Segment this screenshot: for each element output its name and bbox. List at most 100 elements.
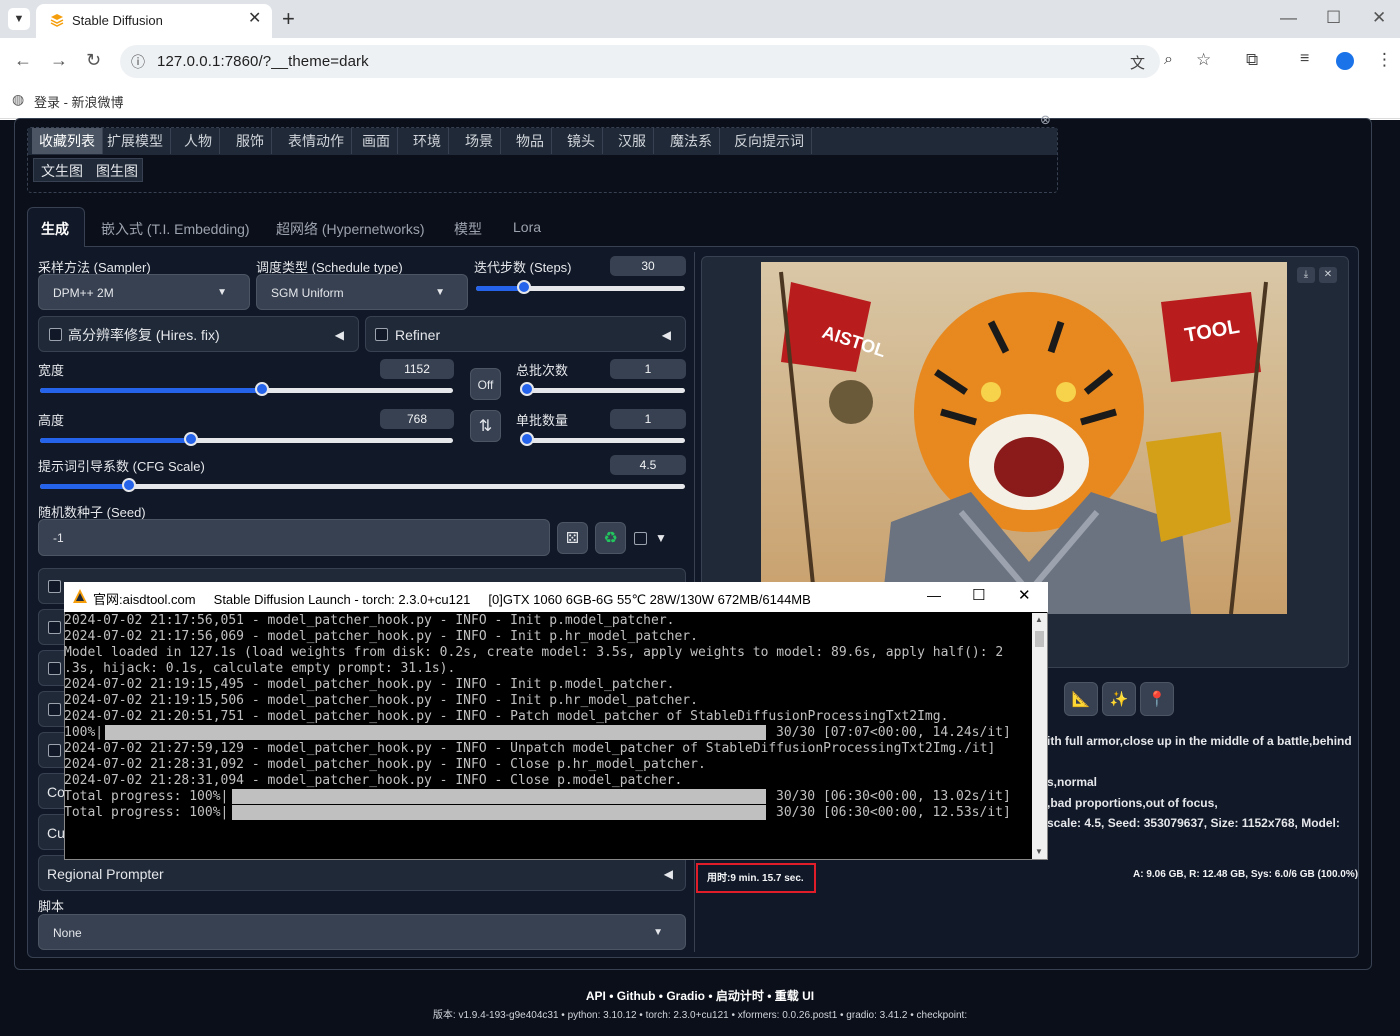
ruler-icon[interactable]: 📐	[1064, 682, 1098, 716]
footer-link-4[interactable]: 重载 UI	[775, 989, 814, 1003]
translate-icon[interactable]: 文	[1130, 52, 1145, 73]
top-tab-2[interactable]: 人物	[177, 128, 220, 154]
footer-link-1[interactable]: Github	[617, 989, 656, 1003]
progress-text-3: 30/30 [06:30<00:00, 12.53s/it]	[776, 805, 1011, 820]
footer-link-3[interactable]: 启动计时	[716, 989, 764, 1003]
accordion-checkbox[interactable]	[48, 621, 61, 634]
site-info-icon[interactable]: ⓘ	[131, 52, 145, 72]
random-seed-dice-icon[interactable]: ⚄	[557, 522, 588, 554]
bookmark-item[interactable]: 登录 - 新浪微博	[34, 92, 124, 111]
script-dropdown[interactable]: None ▼	[38, 914, 686, 950]
sub-tab-txt2img[interactable]: 文生图	[41, 161, 83, 181]
progress-text-1: 30/30 [07:07<00:00, 14.24s/it]	[776, 725, 1011, 740]
tab-models[interactable]: 模型	[454, 219, 482, 239]
console-close-icon[interactable]: ✕	[1018, 586, 1031, 604]
top-tab-4[interactable]: 表情动作	[281, 128, 352, 154]
refiner-accordion[interactable]: Refiner ◀	[365, 316, 686, 352]
info-text-line3: ,bad proportions,out of focus,	[1047, 796, 1218, 810]
tab-generate[interactable]: 生成	[41, 219, 69, 239]
accordion-checkbox[interactable]	[48, 744, 61, 757]
pin-icon[interactable]: 📍	[1140, 682, 1174, 716]
reuse-seed-recycle-icon[interactable]: ♻	[595, 522, 626, 554]
hires-fix-accordion[interactable]: 高分辨率修复 (Hires. fix) ◀	[38, 316, 359, 352]
media-control-icon[interactable]: ≡	[1300, 50, 1309, 68]
info-circle-icon: ⊗	[1040, 112, 1051, 127]
hires-fix-checkbox[interactable]	[49, 328, 62, 341]
extra-seed-toggle-icon[interactable]: ▼	[655, 531, 667, 545]
scroll-thumb[interactable]	[1035, 631, 1044, 647]
batch-size-input[interactable]: 1	[610, 409, 686, 429]
generated-image[interactable]: AISTOL TOOL	[761, 262, 1287, 614]
swap-dimensions-icon[interactable]: ⇅	[470, 410, 501, 442]
batch-size-slider[interactable]	[520, 432, 685, 446]
download-icon[interactable]: ⤓	[1297, 267, 1315, 283]
tab-embedding[interactable]: 嵌入式 (T.I. Embedding)	[101, 219, 250, 239]
regional-prompter-accordion[interactable]: Regional Prompter ◀	[38, 855, 686, 891]
tab-close-icon[interactable]: ✕	[248, 8, 261, 28]
back-icon[interactable]: ←	[14, 50, 32, 71]
footer-separator: •	[605, 989, 617, 1003]
cfg-label: 提示词引导系数 (CFG Scale)	[38, 459, 205, 474]
sampler-dropdown[interactable]: DPM++ 2M ▼	[38, 274, 250, 310]
console-scrollbar[interactable]: ▲ ▼	[1032, 613, 1047, 859]
extra-seed-checkbox[interactable]	[634, 532, 647, 545]
top-tab-5[interactable]: 画面	[355, 128, 398, 154]
browser-tab[interactable]: Stable Diffusion ✕	[36, 4, 272, 38]
tab-hypernetworks[interactable]: 超网络 (Hypernetworks)	[276, 219, 425, 239]
forward-icon[interactable]: →	[50, 50, 68, 71]
top-tab-12[interactable]: 反向提示词	[727, 128, 812, 154]
top-tab-9[interactable]: 镜头	[560, 128, 603, 154]
aspect-off-button[interactable]: Off	[470, 368, 501, 400]
menu-icon[interactable]: ⋮	[1376, 50, 1393, 70]
top-tab-7[interactable]: 场景	[458, 128, 501, 154]
steps-slider[interactable]	[476, 280, 685, 294]
close-image-icon[interactable]: ✕	[1319, 267, 1337, 283]
tab-lora[interactable]: Lora	[513, 219, 541, 235]
stable-diffusion-favicon-icon	[50, 14, 64, 27]
top-tab-8[interactable]: 物品	[509, 128, 552, 154]
cfg-input[interactable]: 4.5	[610, 455, 686, 475]
seed-input[interactable]: -1	[38, 519, 550, 556]
height-slider[interactable]	[40, 432, 453, 446]
footer-link-0[interactable]: API	[586, 989, 606, 1003]
maximize-icon[interactable]: ☐	[1326, 8, 1341, 28]
sparkle-icon[interactable]: ✨	[1102, 682, 1136, 716]
console-maximize-icon[interactable]: ☐	[972, 586, 985, 604]
refiner-checkbox[interactable]	[375, 328, 388, 341]
info-text-line2: s,normal	[1047, 775, 1098, 789]
window-close-icon[interactable]: ✕	[1372, 8, 1386, 28]
collapse-icon: ◀	[661, 328, 671, 342]
footer-separator: •	[704, 989, 716, 1003]
top-tab-3[interactable]: 服饰	[229, 128, 272, 154]
top-tab-10[interactable]: 汉服	[611, 128, 654, 154]
bookmark-star-icon[interactable]: ☆	[1196, 50, 1211, 70]
top-tab-6[interactable]: 环境	[406, 128, 449, 154]
top-tab-1[interactable]: 扩展模型	[100, 128, 171, 154]
profile-avatar-icon[interactable]	[1336, 52, 1354, 70]
extensions-icon[interactable]: ⧉	[1246, 50, 1258, 70]
console-minimize-icon[interactable]: —	[927, 587, 941, 603]
width-input[interactable]: 1152	[380, 359, 454, 379]
batch-count-input[interactable]: 1	[610, 359, 686, 379]
accordion-checkbox[interactable]	[48, 662, 61, 675]
batch-count-slider[interactable]	[520, 382, 685, 396]
top-tab-0[interactable]: 收藏列表	[32, 128, 103, 154]
steps-input[interactable]: 30	[610, 256, 686, 276]
schedule-dropdown[interactable]: SGM Uniform ▼	[256, 274, 468, 310]
height-input[interactable]: 768	[380, 409, 454, 429]
accordion-checkbox[interactable]	[48, 703, 61, 716]
reload-icon[interactable]: ↻	[86, 50, 101, 71]
new-tab-icon[interactable]: +	[282, 6, 295, 32]
minimize-icon[interactable]: —	[1280, 8, 1297, 28]
accordion-checkbox[interactable]	[48, 580, 61, 593]
info-text-line4: scale: 4.5, Seed: 353079637, Size: 1152x…	[1047, 816, 1340, 830]
scroll-up-icon[interactable]: ▲	[1035, 615, 1043, 624]
cfg-slider[interactable]	[40, 478, 685, 492]
sub-tab-img2img[interactable]: 图生图	[96, 161, 138, 181]
scroll-down-icon[interactable]: ▼	[1035, 847, 1043, 856]
zoom-icon[interactable]: ⌕	[1164, 51, 1173, 69]
top-tab-11[interactable]: 魔法系	[663, 128, 720, 154]
tab-search-button[interactable]: ▼	[8, 8, 30, 30]
footer-link-2[interactable]: Gradio	[666, 989, 705, 1003]
width-slider[interactable]	[40, 382, 453, 396]
